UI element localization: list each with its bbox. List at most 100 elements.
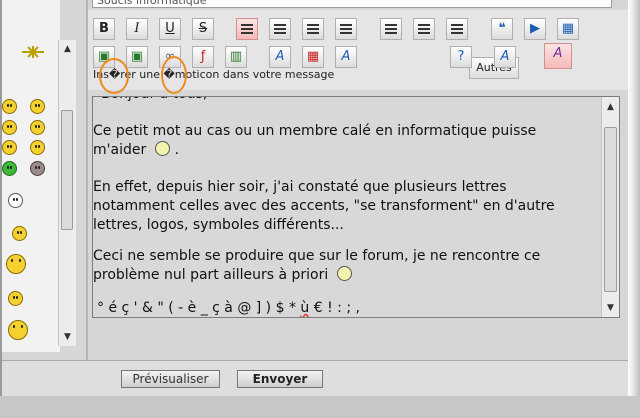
p4-chars-b: € ! : ; , [309,300,360,316]
editor-window: ▲ ▼ Soucis informatique B I U S ❝ ▶ ▦ ▣ … [0,0,640,418]
text-style-icon: A [553,46,563,61]
clear-format-button[interactable]: A [494,46,516,68]
paragraph-1: Ce petit mot au cas ou un membre calé en… [93,122,601,160]
font-size-button[interactable]: A [335,46,357,68]
p4-chars-a: ° é ç ' & " ( - è _ ç à @ ] ) $ * [97,300,301,316]
greeting-line: Bonjour à tous, [101,97,609,104]
align-right-button[interactable] [302,18,324,40]
spoiler-icon: ▶ [530,21,540,36]
table-icon: ▦ [561,21,575,36]
p1-line2: m'aider . [93,141,601,160]
scroll-down-icon[interactable]: ▼ [59,330,76,344]
underline-button[interactable]: U [159,18,181,40]
smiley-scrollbar[interactable]: ▲ ▼ [58,40,76,346]
smoking-smiley-icon[interactable] [8,291,23,306]
p2-line1: En effet, depuis hier soir, j'ai constat… [93,179,507,195]
send-button[interactable]: Envoyer [237,370,323,388]
justify-button[interactable] [335,18,357,40]
help-button[interactable]: ? [450,46,472,68]
bulleted-list-button[interactable] [380,18,402,40]
preview-button[interactable]: Prévisualiser [121,370,220,388]
strike-label: S [198,21,208,36]
clear-format-icon: A [500,49,510,64]
flash-icon: ƒ [200,49,206,64]
worried-smiley-icon[interactable] [30,99,45,114]
strikethrough-button[interactable]: S [192,18,214,40]
text-style-button[interactable]: A [544,43,572,69]
font-icon: A [275,49,285,64]
window-right-edge [628,0,640,418]
message-scroll-thumb[interactable] [604,127,617,292]
underline-label: U [165,21,175,36]
font-button[interactable]: A [269,46,291,68]
image-button[interactable]: ▣ [126,46,148,68]
message-content: Bonjour à tous, Ce petit mot au cas ou u… [93,97,601,317]
horizontal-rule-icon [451,24,463,34]
color-icon: ▦ [306,49,320,64]
smiley-panel [2,0,60,352]
bold-button[interactable]: B [93,18,115,40]
paragraph-3: Ceci ne semble se produire que sur le fo… [93,247,601,285]
roll-eyes-smiley-icon[interactable] [2,140,17,155]
p3-line2-text: problème nul part ailleurs à priori [93,267,329,283]
spoiler-button[interactable]: ▶ [524,18,546,40]
reindeer-smiley-icon[interactable] [6,254,26,274]
window-bottom-edge [0,396,640,418]
p1-line1: Ce petit mot au cas ou un membre calé en… [93,123,537,139]
bulleted-list-icon [385,24,397,34]
align-left-icon [241,24,253,34]
toolbar-hint: Ins�rer une �moticon dans votre message [93,68,335,81]
video-icon: ▥ [229,49,243,64]
p3-line1: Ceci ne semble se produire que sur le fo… [93,248,541,264]
italic-button[interactable]: I [126,18,148,40]
numbered-list-icon [418,24,430,34]
surprised-smiley-icon[interactable] [30,140,45,155]
confused-face-icon [337,266,353,281]
cat-smiley-icon[interactable] [30,161,45,176]
image-icon: ▣ [130,49,144,64]
numbered-list-button[interactable] [413,18,435,40]
italic-label: I [134,21,140,36]
p4-misspelled-char: ù [300,300,310,316]
font-size-icon: A [341,49,351,64]
quote-icon: ❝ [498,21,506,36]
flash-button[interactable]: ƒ [192,46,214,68]
sad-face-icon [155,141,171,156]
sad-smiley-icon[interactable] [2,99,17,114]
sick-smiley-icon[interactable] [2,161,17,176]
video-button[interactable]: ▥ [225,46,247,68]
color-button[interactable]: ▦ [302,46,324,68]
paragraph-2: En effet, depuis hier soir, j'ai constat… [93,178,601,235]
quote-button[interactable]: ❝ [491,18,513,40]
p3-line2: problème nul part ailleurs à priori [93,266,601,285]
help-icon: ? [457,49,465,64]
align-center-icon [274,24,286,34]
dancing-smiley-icon[interactable] [22,44,44,60]
smiley-scroll-thumb[interactable] [61,110,73,230]
align-right-icon [307,24,319,34]
message-textarea[interactable]: Bonjour à tous, Ce petit mot au cas ou u… [92,96,620,318]
p2-line3: lettres, logos, symboles différents... [93,217,344,233]
scroll-up-icon[interactable]: ▲ [602,100,619,114]
question-smiley-icon[interactable] [2,120,17,135]
scroll-up-icon[interactable]: ▲ [59,42,76,56]
scroll-down-icon[interactable]: ▼ [602,301,619,315]
horizontal-rule-button[interactable] [446,18,468,40]
highlight-circle-left [99,58,129,94]
highlight-circle-right [161,56,187,94]
subject-input[interactable]: Soucis informatique [92,0,612,8]
idea-smiley-icon[interactable] [30,120,45,135]
p1-line2-text: m'aider [93,142,147,158]
p2-line2: notamment celles avec des accents, "se t… [93,198,555,214]
action-bar: Prévisualiser Envoyer [2,360,628,396]
message-scrollbar[interactable]: ▲ ▼ [601,97,619,317]
crazy-smiley-icon[interactable] [8,320,28,340]
align-center-button[interactable] [269,18,291,40]
p1-end: . [174,142,180,158]
dizzy-smiley-icon[interactable] [12,226,27,241]
table-button[interactable]: ▦ [557,18,579,40]
neutral-smiley-icon[interactable] [8,193,23,208]
justify-icon [340,24,352,34]
bold-label: B [99,21,109,36]
align-left-button[interactable] [236,18,258,40]
